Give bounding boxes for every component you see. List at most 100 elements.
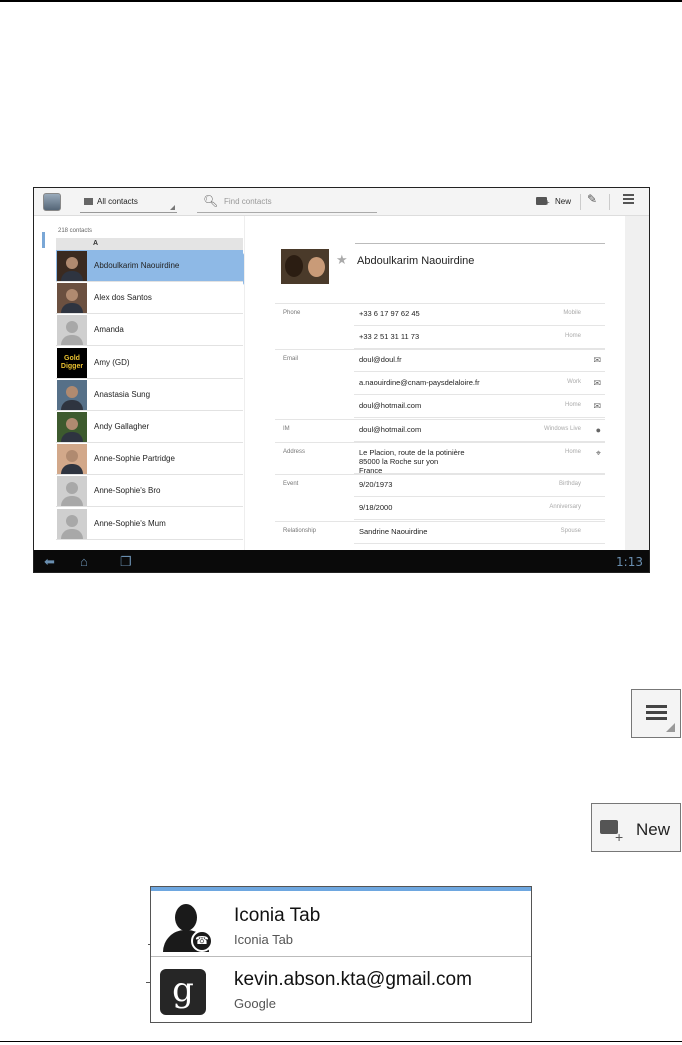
group-divider xyxy=(275,442,605,443)
new-contact-button[interactable]: + New xyxy=(534,193,578,211)
detail-row[interactable]: a.naouirdine@cnam-paysdelaloire.fr Work ✉ xyxy=(275,372,605,395)
account-option-iconia[interactable]: ☎ Iconia Tab Iconia Tab xyxy=(151,891,531,957)
section-header: A xyxy=(56,238,243,250)
list-item[interactable]: Amanda xyxy=(56,314,243,347)
contact-name: Alex dos Santos xyxy=(94,293,152,303)
field-type: Home xyxy=(564,402,581,408)
field-value: doul@hotmail.com xyxy=(359,425,422,434)
group-divider xyxy=(275,521,605,522)
account-chooser: ☎ Iconia Tab Iconia Tab g kevin.abson.kt… xyxy=(150,886,532,1023)
field-value: +33 2 51 31 11 73 xyxy=(359,332,420,341)
home-icon[interactable]: ⌂ xyxy=(80,554,88,569)
list-item[interactable]: Alex dos Santos xyxy=(56,282,243,315)
field-type: Spouse xyxy=(560,528,581,534)
avatar-text: Gold Digger xyxy=(60,354,84,370)
recent-apps-icon[interactable]: ❐ xyxy=(120,554,132,570)
overflow-menu-icon[interactable] xyxy=(623,194,637,208)
row-divider xyxy=(354,417,605,418)
avatar xyxy=(57,476,87,507)
field-value: doul@doul.fr xyxy=(359,355,402,364)
contact-name: Abdoulkarim Naouirdine xyxy=(357,255,475,267)
row-divider xyxy=(354,519,605,520)
map-pin-icon[interactable]: ⌖ xyxy=(596,448,601,459)
field-label: IM xyxy=(283,426,290,432)
field-label: Phone xyxy=(283,310,301,316)
avatar xyxy=(57,251,87,281)
avatar xyxy=(57,508,87,539)
new-contact-button[interactable]: + New xyxy=(591,803,681,852)
plus-icon: + xyxy=(615,829,624,845)
field-label: Address xyxy=(283,449,306,455)
back-icon[interactable]: ⬅︎ xyxy=(44,554,55,570)
avatar xyxy=(57,444,87,475)
avatar xyxy=(57,283,87,314)
contact-name: Anne-Sophie's Bro xyxy=(94,486,161,496)
list-item[interactable]: Gold Digger Amy (GD) xyxy=(56,347,243,379)
list-item[interactable]: Anastasia Sung xyxy=(56,379,243,411)
top-rule xyxy=(0,0,682,2)
field-value: doul@hotmail.com xyxy=(359,401,422,410)
detail-row[interactable]: doul@hotmail.com Home ✉ xyxy=(275,395,605,418)
group-divider xyxy=(275,419,605,420)
list-item[interactable]: Anne-Sophie's Bro xyxy=(56,475,243,508)
overflow-menu-icon[interactable] xyxy=(631,689,681,738)
search-contacts-field[interactable]: 🔍︎ Find contacts xyxy=(197,193,377,213)
field-label: Email xyxy=(283,356,299,362)
email-icon[interactable]: ✉ xyxy=(593,355,601,366)
detail-row[interactable]: Email doul@doul.fr ✉ xyxy=(275,349,605,372)
filter-label: All contacts xyxy=(97,197,138,206)
field-type: Home xyxy=(564,333,581,339)
contact-name: Anastasia Sung xyxy=(94,389,151,399)
plus-icon: + xyxy=(545,198,550,207)
detail-row[interactable]: Relationship Sandrine Naouirdine Spouse xyxy=(275,521,605,544)
list-item[interactable]: Anne-Sophie's Mum xyxy=(56,508,243,540)
google-icon: g xyxy=(160,969,206,1015)
action-bar: All contacts 🔍︎ Find contacts + New ✎ xyxy=(34,188,649,216)
search-icon: 🔍︎ xyxy=(203,194,219,208)
field-value: +33 6 17 97 62 45 xyxy=(359,309,420,318)
email-icon[interactable]: ✉ xyxy=(593,378,601,389)
contact-name: Anne-Sophie Partridge xyxy=(94,454,175,464)
field-type: Anniversary xyxy=(549,504,581,510)
detail-row[interactable]: +33 2 51 31 11 73 Home xyxy=(275,326,605,349)
detail-row[interactable]: Phone +33 6 17 97 62 45 Mobile xyxy=(275,303,605,326)
list-item[interactable]: Anne-Sophie Partridge xyxy=(56,443,243,476)
list-item[interactable]: Andy Gallagher xyxy=(56,411,243,443)
group-divider xyxy=(275,303,605,304)
folder-icon xyxy=(84,198,93,205)
corner-triangle-icon xyxy=(666,723,675,732)
chat-icon[interactable]: ● xyxy=(596,425,601,435)
new-label: New xyxy=(555,197,572,206)
status-clock: 1:13 xyxy=(616,555,643,569)
edit-pencil-icon[interactable]: ✎ xyxy=(587,192,597,206)
group-divider xyxy=(275,474,605,475)
contacts-filter-dropdown[interactable]: All contacts xyxy=(80,193,177,213)
account-title: kevin.abson.kta@gmail.com xyxy=(234,969,472,990)
favorite-star-icon[interactable]: ★ xyxy=(336,252,348,268)
avatar xyxy=(57,412,87,442)
divider xyxy=(151,956,531,957)
detail-row[interactable]: Address Le Placion, route de la potinière… xyxy=(275,442,605,475)
field-value: a.naouirdine@cnam-paysdelaloire.fr xyxy=(359,378,480,387)
email-icon[interactable]: ✉ xyxy=(593,401,601,412)
contact-name: Amy (GD) xyxy=(94,357,130,367)
detail-row[interactable]: 9/18/2000 Anniversary xyxy=(275,497,605,520)
field-type: Work xyxy=(567,379,581,385)
fast-scroll-indicator[interactable] xyxy=(42,232,45,248)
detail-row[interactable]: IM doul@hotmail.com Windows Live ● xyxy=(275,419,605,442)
divider xyxy=(580,194,581,210)
row-divider xyxy=(354,543,605,544)
contact-name: Anne-Sophie's Mum xyxy=(94,518,166,528)
contacts-app-icon[interactable] xyxy=(43,193,61,211)
dropdown-caret-icon xyxy=(170,205,175,210)
detail-row[interactable]: Event 9/20/1973 Birthday xyxy=(275,474,605,497)
contact-name: Andy Gallagher xyxy=(94,422,150,431)
header-rule xyxy=(355,243,605,244)
account-type: Google xyxy=(234,996,276,1011)
account-title: Iconia Tab xyxy=(234,905,321,926)
field-value: Sandrine Naouirdine xyxy=(359,527,428,536)
field-type: Home xyxy=(564,449,581,455)
account-option-google[interactable]: g kevin.abson.kta@gmail.com Google xyxy=(151,959,531,1025)
avatar xyxy=(57,379,87,410)
list-item[interactable]: Abdoulkarim Naouirdine xyxy=(56,250,243,282)
